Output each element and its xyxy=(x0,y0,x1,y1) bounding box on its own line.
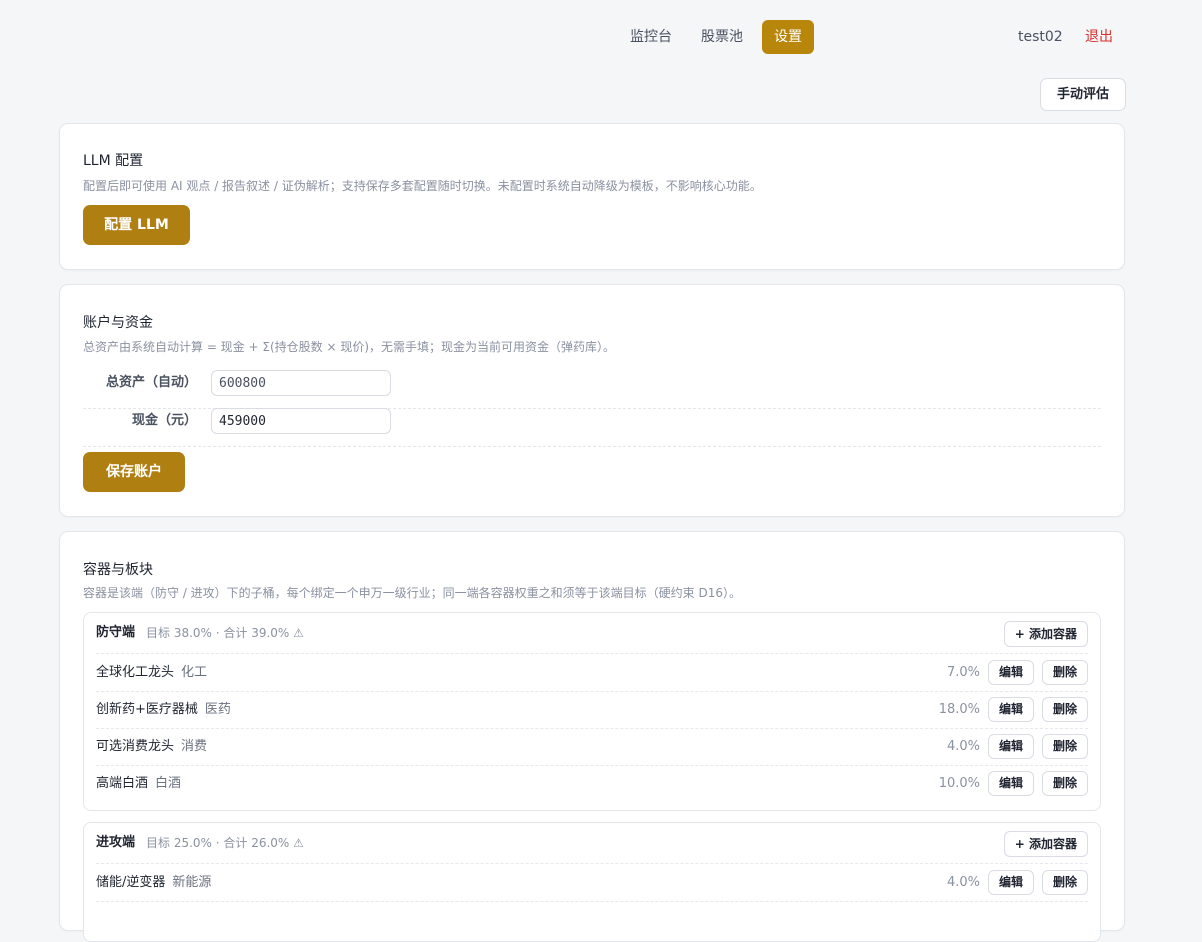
llm-card-title: LLM 配置 xyxy=(83,153,144,169)
llm-config-card: LLM 配置 配置后即可使用 AI 观点 / 报告叙述 / 证伪解析；支持保存多… xyxy=(59,123,1125,270)
edit-button[interactable]: 编辑 xyxy=(988,734,1034,759)
delete-button[interactable]: 删除 xyxy=(1042,734,1088,759)
container-row: 全球化工龙头 化工 7.0% 编辑 删除 xyxy=(96,654,1088,692)
total-assets-label: 总资产（自动） xyxy=(105,375,197,390)
container-sector: 化工 xyxy=(181,665,208,680)
group-target-meta: 目标 38.0% · 合计 39.0% ⚠ xyxy=(146,626,304,640)
container-name: 高端白酒 xyxy=(96,776,149,791)
llm-card-desc: 配置后即可使用 AI 观点 / 报告叙述 / 证伪解析；支持保存多套配置随时切换… xyxy=(83,179,762,193)
delete-button[interactable]: 删除 xyxy=(1042,697,1088,722)
containers-card: 容器与板块 容器是该端（防守 / 进攻）下的子桶，每个绑定一个申万一级行业；同一… xyxy=(59,531,1125,942)
group-name: 防守端 xyxy=(96,625,136,640)
delete-button[interactable]: 删除 xyxy=(1042,771,1088,796)
container-weight: 10.0% xyxy=(938,776,980,791)
container-sector: 新能源 xyxy=(172,875,212,890)
container-name: 储能/逆变器 xyxy=(96,875,166,890)
save-account-button[interactable]: 保存账户 xyxy=(83,452,185,492)
edit-button[interactable]: 编辑 xyxy=(988,870,1034,895)
delete-button[interactable]: 删除 xyxy=(1042,660,1088,685)
container-row: 储能/逆变器 新能源 4.0% 编辑 删除 xyxy=(96,864,1088,902)
container-name: 创新药+医疗器械 xyxy=(96,702,198,717)
group-name: 进攻端 xyxy=(96,835,136,850)
container-row: 可选消费龙头 消费 4.0% 编辑 删除 xyxy=(96,728,1088,766)
container-row: 创新药+医疗器械 医药 18.0% 编辑 删除 xyxy=(96,691,1088,729)
container-name: 可选消费龙头 xyxy=(96,739,175,754)
container-row: 高端白酒 白酒 10.0% 编辑 删除 xyxy=(96,765,1088,802)
cash-input[interactable] xyxy=(211,408,391,434)
container-group-attack: 进攻端 目标 25.0% · 合计 26.0% ⚠ + 添加容器 储能/逆变器新… xyxy=(83,822,1101,942)
logout-link[interactable]: 退出 xyxy=(1085,20,1113,54)
containers-card-title: 容器与板块 xyxy=(83,562,153,578)
edit-button[interactable]: 编辑 xyxy=(988,771,1034,796)
container-weight: 7.0% xyxy=(946,665,980,680)
group-target-meta: 目标 25.0% · 合计 26.0% ⚠ xyxy=(146,836,304,850)
containers-card-desc: 容器是该端（防守 / 进攻）下的子桶，每个绑定一个申万一级行业；同一端各容器权重… xyxy=(83,586,742,600)
configure-llm-button[interactable]: 配置 LLM xyxy=(83,205,190,245)
container-sector: 医药 xyxy=(204,702,231,717)
group-header: 进攻端 目标 25.0% · 合计 26.0% ⚠ + 添加容器 xyxy=(96,823,1088,864)
nav-item-settings[interactable]: 设置 xyxy=(762,20,814,54)
cash-row: 现金（元） xyxy=(83,408,1101,447)
container-sector: 消费 xyxy=(181,739,208,754)
container-name: 全球化工龙头 xyxy=(96,665,175,680)
container-weight: 4.0% xyxy=(946,875,980,890)
top-nav: 监控台 股票池 设置 test02 退出 xyxy=(0,20,1202,54)
edit-button[interactable]: 编辑 xyxy=(988,660,1034,685)
delete-button[interactable]: 删除 xyxy=(1042,870,1088,895)
total-assets-input[interactable] xyxy=(211,370,391,396)
add-container-button[interactable]: + 添加容器 xyxy=(1003,621,1088,647)
add-container-button[interactable]: + 添加容器 xyxy=(1003,831,1088,857)
account-card: 账户与资金 总资产由系统自动计算 = 现金 + Σ(持仓股数 × 现价)，无需手… xyxy=(59,284,1125,517)
current-user: test02 xyxy=(1018,29,1063,45)
nav-item-stock-pool[interactable]: 股票池 xyxy=(690,20,754,54)
container-weight: 18.0% xyxy=(938,702,980,717)
group-header: 防守端 目标 38.0% · 合计 39.0% ⚠ + 添加容器 xyxy=(96,613,1088,654)
nav-item-monitor[interactable]: 监控台 xyxy=(618,20,684,54)
account-card-desc: 总资产由系统自动计算 = 现金 + Σ(持仓股数 × 现价)，无需手填；现金为当… xyxy=(83,340,615,354)
account-card-title: 账户与资金 xyxy=(83,315,153,331)
manual-evaluate-button[interactable]: 手动评估 xyxy=(1040,78,1126,111)
edit-button[interactable]: 编辑 xyxy=(988,697,1034,722)
container-weight: 4.0% xyxy=(946,739,980,754)
total-assets-row: 总资产（自动） xyxy=(83,370,1101,409)
container-group-defense: 防守端 目标 38.0% · 合计 39.0% ⚠ + 添加容器 全球化工龙头化… xyxy=(83,612,1101,811)
container-sector: 白酒 xyxy=(155,776,182,791)
cash-label: 现金（元） xyxy=(131,413,197,428)
